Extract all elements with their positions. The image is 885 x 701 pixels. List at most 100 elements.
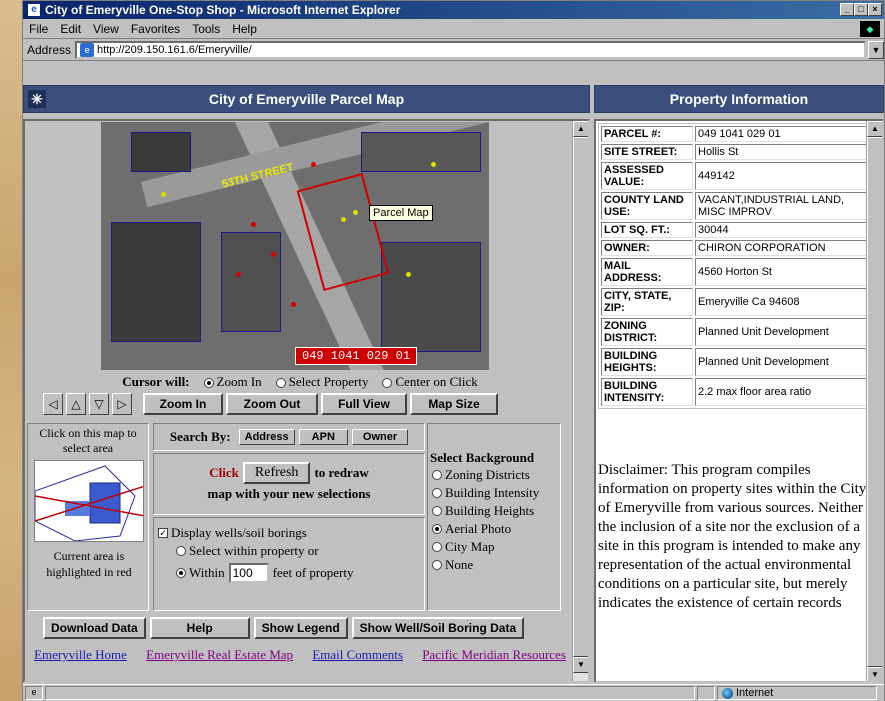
browser-window: e City of Emeryville One-Stop Shop - Mic… <box>22 0 885 701</box>
property-value: 4560 Horton St <box>695 258 867 286</box>
email-comments-link[interactable]: Email Comments <box>312 647 403 662</box>
window-title: City of Emeryville One-Stop Shop - Micro… <box>45 3 401 17</box>
property-info-header: Property Information <box>594 85 884 113</box>
radio-icon[interactable] <box>382 378 393 389</box>
search-address-button[interactable]: Address <box>238 429 295 445</box>
property-value: 2.2 max floor area ratio <box>695 378 867 406</box>
building <box>381 242 481 352</box>
emeryville-logo-icon: ✳ <box>28 90 46 108</box>
bg-option-label: Building Intensity <box>445 485 540 500</box>
status-zone: Internet <box>717 686 877 700</box>
menu-file[interactable]: File <box>29 22 48 36</box>
close-button[interactable]: × <box>868 3 882 16</box>
building <box>361 132 481 172</box>
well-marker <box>341 217 346 222</box>
bg-citymap-option[interactable]: City Map <box>432 538 560 556</box>
property-value: CHIRON CORPORATION <box>695 240 867 256</box>
bg-heights-option[interactable]: Building Heights <box>432 502 560 520</box>
search-apn-button[interactable]: APN <box>298 429 348 445</box>
pan-down-button[interactable]: ▽ <box>89 393 109 415</box>
background-title: Select Background <box>430 450 535 465</box>
menu-tools[interactable]: Tools <box>192 22 220 36</box>
boring-marker <box>236 272 241 277</box>
cursor-option-label: Center on Click <box>395 374 478 389</box>
radio-icon[interactable] <box>432 506 442 516</box>
scroll-up-icon[interactable]: ▲ <box>573 121 588 137</box>
address-field[interactable]: e http://209.150.161.6/Emeryville/ <box>75 40 866 59</box>
bg-none-option[interactable]: None <box>432 556 560 574</box>
disclaimer-text: Disclaimer: This program compiles inform… <box>598 462 867 611</box>
download-data-button[interactable]: Download Data <box>43 617 146 639</box>
display-wells-option[interactable]: ✓ Display wells/soil borings <box>158 524 424 542</box>
emeryville-home-link[interactable]: Emeryville Home <box>34 647 127 662</box>
well-marker <box>431 162 436 167</box>
locator-panel: Click on this map to select area Current… <box>27 423 149 611</box>
pan-up-button[interactable]: △ <box>66 393 86 415</box>
scroll-down-icon[interactable]: ▼ <box>573 657 588 673</box>
aerial-map[interactable]: 53TH STREET Parcel Map 049 1041 029 01 <box>101 122 489 370</box>
scroll-thumb[interactable] <box>573 137 588 657</box>
property-key: MAIL ADDRESS: <box>601 258 693 286</box>
within-distance-option[interactable]: Within 100 feet of property <box>158 560 424 586</box>
boring-marker <box>271 252 276 257</box>
bg-option-label: Building Heights <box>445 503 535 518</box>
display-wells-label: Display wells/soil borings <box>171 525 307 540</box>
minimize-button[interactable]: _ <box>840 3 854 16</box>
map-size-button[interactable]: Map Size <box>410 393 498 415</box>
real-estate-map-link[interactable]: Emeryville Real Estate Map <box>146 647 293 662</box>
select-within-property-option[interactable]: Select within property or <box>158 542 424 560</box>
cursor-center-option[interactable]: Center on Click <box>382 374 478 390</box>
address-url: http://209.150.161.6/Emeryville/ <box>97 43 252 56</box>
pan-right-button[interactable]: ▷ <box>112 393 132 415</box>
help-button[interactable]: Help <box>149 617 250 639</box>
search-owner-button[interactable]: Owner <box>351 429 409 445</box>
show-well-data-button[interactable]: Show Well/Soil Boring Data <box>351 617 525 639</box>
menu-help[interactable]: Help <box>232 22 257 36</box>
property-row: ZONING DISTRICT: Planned Unit Development <box>601 318 867 346</box>
radio-icon[interactable] <box>432 488 442 498</box>
radio-icon[interactable] <box>432 560 442 570</box>
bg-aerial-option[interactable]: Aerial Photo <box>432 520 560 538</box>
radio-icon[interactable] <box>176 568 186 578</box>
scroll-thumb[interactable] <box>867 137 882 667</box>
globe-icon <box>722 687 733 699</box>
property-frame-scrollbar[interactable]: ▲ ▼ <box>866 121 882 681</box>
pan-left-button[interactable]: ◁ <box>43 393 63 415</box>
property-key: ASSESSED VALUE: <box>601 162 693 190</box>
property-row: SITE STREET: Hollis St <box>601 144 867 160</box>
radio-icon[interactable] <box>432 470 442 480</box>
zoom-in-button[interactable]: Zoom In <box>143 393 223 415</box>
building <box>111 222 201 342</box>
cursor-select-property-option[interactable]: Select Property <box>275 374 368 390</box>
background-panel: Select Background Zoning Districts Build… <box>427 423 561 611</box>
radio-icon[interactable] <box>176 546 186 556</box>
cursor-zoom-in-option[interactable]: Zoom In <box>203 374 262 390</box>
bg-zoning-option[interactable]: Zoning Districts <box>432 466 560 484</box>
distance-input[interactable]: 100 <box>228 563 269 583</box>
zoom-out-button[interactable]: Zoom Out <box>226 393 318 415</box>
menu-view[interactable]: View <box>93 22 119 36</box>
locator-map[interactable] <box>34 460 144 542</box>
property-info-title: Property Information <box>669 91 809 107</box>
address-dropdown-button[interactable]: ▼ <box>868 40 884 59</box>
radio-icon[interactable] <box>432 524 442 534</box>
property-key: SITE STREET: <box>601 144 693 160</box>
radio-icon[interactable] <box>203 378 214 389</box>
radio-icon[interactable] <box>275 378 286 389</box>
checkbox-icon[interactable]: ✓ <box>158 528 168 538</box>
map-frame-scrollbar[interactable]: ▲ ▼ <box>572 121 588 681</box>
radio-icon[interactable] <box>432 542 442 552</box>
status-zone-label: Internet <box>736 687 774 699</box>
bg-intensity-option[interactable]: Building Intensity <box>432 484 560 502</box>
menu-favorites[interactable]: Favorites <box>131 22 180 36</box>
scroll-up-icon[interactable]: ▲ <box>867 121 882 137</box>
menu-edit[interactable]: Edit <box>60 22 81 36</box>
pacific-meridian-link[interactable]: Pacific Meridian Resources <box>422 647 566 662</box>
show-legend-button[interactable]: Show Legend <box>253 617 348 639</box>
maximize-button[interactable]: □ <box>854 3 868 16</box>
scroll-down-icon[interactable]: ▼ <box>867 667 882 681</box>
property-row: PARCEL #: 049 1041 029 01 <box>601 126 867 142</box>
full-view-button[interactable]: Full View <box>321 393 407 415</box>
refresh-button[interactable]: Refresh <box>242 462 311 484</box>
property-key: BUILDING HEIGHTS: <box>601 348 693 376</box>
